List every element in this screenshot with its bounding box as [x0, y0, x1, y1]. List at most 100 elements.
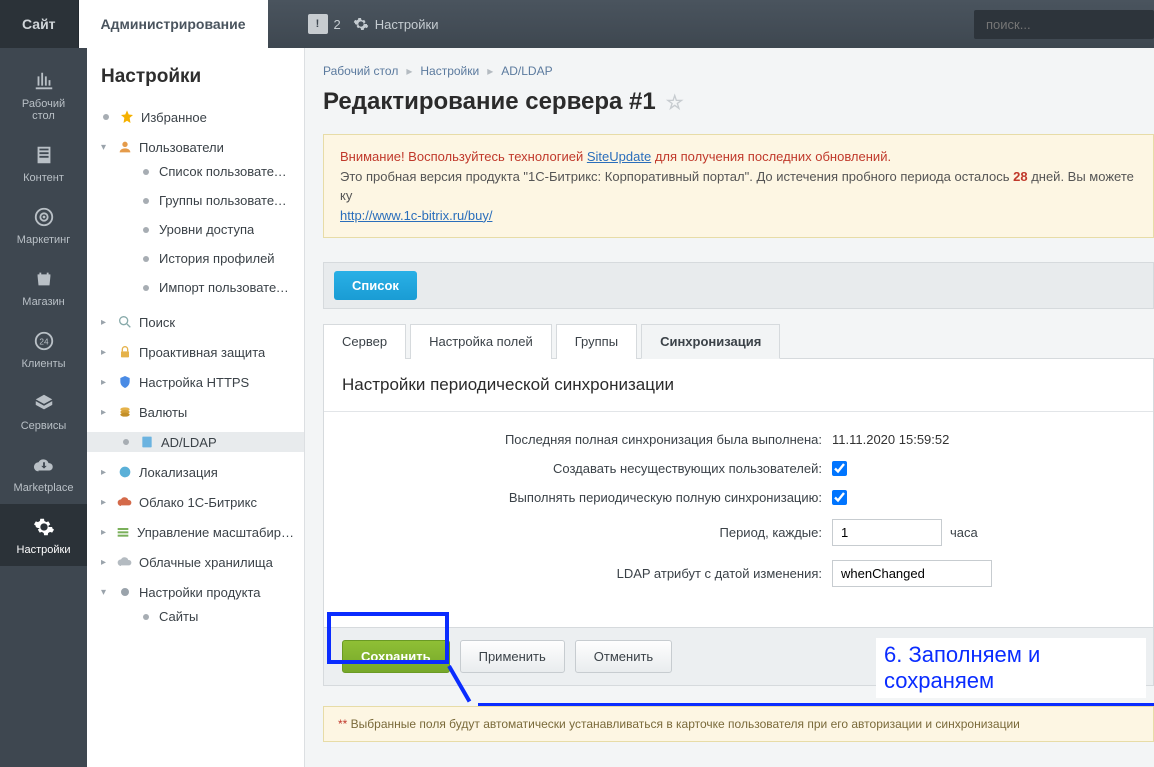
basket-icon [33, 268, 55, 290]
tree-currency[interactable]: ▸ Валюты [101, 397, 294, 427]
ldap-attr-input[interactable] [832, 560, 992, 587]
period-unit: часа [950, 525, 978, 540]
tree-label: Пользователи [139, 140, 224, 155]
tree-label: Группы пользователей [159, 193, 294, 208]
tree-users-groups[interactable]: Группы пользователей [101, 186, 294, 215]
buy-link[interactable]: http://www.1c-bitrix.ru/buy/ [340, 208, 492, 223]
search-icon [117, 314, 133, 330]
siteupdate-link[interactable]: SiteUpdate [587, 149, 651, 164]
chevron-down-icon: ▾ [101, 142, 111, 153]
tab-sync[interactable]: Синхронизация [641, 324, 780, 359]
notification-icon: ! [308, 14, 328, 34]
clock-icon: 24 [33, 330, 55, 352]
create-users-checkbox[interactable] [832, 461, 847, 476]
tree-label: Настройки продукта [139, 585, 261, 600]
svg-text:24: 24 [39, 338, 49, 347]
lock-icon [117, 344, 133, 360]
tree-label: Настройка HTTPS [139, 375, 249, 390]
target-icon [33, 206, 55, 228]
breadcrumb-link[interactable]: Настройки [420, 64, 479, 78]
cancel-button[interactable]: Отменить [575, 640, 672, 673]
tree-favorites[interactable]: Избранное [101, 102, 294, 132]
periodic-sync-checkbox[interactable] [832, 490, 847, 505]
tree-label: Уровни доступа [159, 222, 254, 237]
rail-content[interactable]: Контент [0, 132, 87, 194]
chevron-right-icon: ▸ [101, 467, 111, 478]
search-wrap [974, 10, 1154, 39]
search-input[interactable] [974, 10, 1154, 39]
action-bar: Сохранить Применить Отменить [324, 627, 1153, 685]
chevron-right-icon: ▸ [101, 497, 111, 508]
rail-clients[interactable]: 24Клиенты [0, 318, 87, 380]
tree-users-list[interactable]: Список пользователей [101, 157, 294, 186]
topbar: Сайт Администрирование ! 2 Настройки [0, 0, 1154, 48]
tree-product[interactable]: ▾Настройки продукта Сайты [101, 577, 294, 636]
period-input[interactable] [832, 519, 942, 546]
tree-sites[interactable]: Сайты [101, 602, 294, 631]
breadcrumb-link[interactable]: Рабочий стол [323, 64, 398, 78]
tab-groups[interactable]: Группы [556, 324, 637, 359]
tree-locale[interactable]: ▸Локализация [101, 457, 294, 487]
rail-marketplace[interactable]: Marketplace [0, 442, 87, 504]
top-settings-link[interactable]: Настройки [353, 16, 439, 32]
scale-icon [115, 524, 131, 540]
rail-services[interactable]: Сервисы [0, 380, 87, 442]
rail-settings[interactable]: Настройки [0, 504, 87, 566]
settings-tree: Избранное ▾ Пользователи Список пользоват… [101, 102, 294, 636]
notifications-badge[interactable]: ! 2 [308, 14, 341, 34]
row-create-users: Создавать несуществующих пользователей: [342, 461, 1135, 476]
site-tab[interactable]: Сайт [0, 0, 79, 48]
main: Рабочий стол▸ Настройки▸ AD/LDAP Редакти… [305, 48, 1154, 767]
list-button[interactable]: Список [334, 271, 417, 300]
admin-tab[interactable]: Администрирование [79, 0, 268, 48]
apply-button[interactable]: Применить [460, 640, 565, 673]
tree-cloudstore[interactable]: ▸Облачные хранилища [101, 547, 294, 577]
tree-cloud1c[interactable]: ▸Облако 1С-Битрикс [101, 487, 294, 517]
top-settings-label: Настройки [375, 17, 439, 32]
row-ldap-attr: LDAP атрибут с датой изменения: [342, 560, 1135, 587]
coins-icon [117, 404, 133, 420]
rail-shop[interactable]: Магазин [0, 256, 87, 318]
tree-users-history[interactable]: История профилей [101, 244, 294, 273]
globe-icon [117, 464, 133, 480]
tree-adldap[interactable]: AD/LDAP [101, 427, 294, 457]
cloud-icon [117, 494, 133, 510]
label: Период, каждые: [342, 525, 832, 540]
cloud-download-icon [33, 454, 55, 476]
tree-label: Поиск [139, 315, 175, 330]
rail-marketing[interactable]: Маркетинг [0, 194, 87, 256]
rail-label: Маркетинг [0, 234, 87, 246]
tree-https[interactable]: ▸Настройка HTTPS [101, 367, 294, 397]
hint-text: Выбранные поля будут автоматически устан… [347, 717, 1020, 731]
gear-icon [33, 516, 55, 538]
tree-scaling[interactable]: ▸Управление масштабированием [101, 517, 294, 547]
chevron-right-icon: ▸ [101, 407, 111, 418]
tab-fields[interactable]: Настройка полей [410, 324, 552, 359]
tab-server[interactable]: Сервер [323, 324, 406, 359]
sidebar-title: Настройки [101, 66, 294, 88]
chevron-right-icon: ▸ [101, 347, 111, 358]
row-last-sync: Последняя полная синхронизация была выпо… [342, 432, 1135, 447]
favorite-star-icon[interactable]: ☆ [666, 90, 684, 115]
tree-users-import[interactable]: Импорт пользователей [101, 273, 294, 302]
tree-search[interactable]: ▸Поиск [101, 307, 294, 337]
tree-users[interactable]: ▾ Пользователи Список пользователей Групп… [101, 132, 294, 307]
panel-header: Настройки периодической синхронизации [324, 359, 1153, 412]
rail-label: Сервисы [0, 420, 87, 432]
sidebar: Настройки Избранное ▾ Пользователи Список… [87, 48, 305, 767]
user-icon [117, 139, 133, 155]
book-icon [139, 434, 155, 450]
save-button[interactable]: Сохранить [342, 640, 450, 673]
value-last-sync: 11.11.2020 15:59:52 [832, 432, 949, 447]
building-icon [33, 70, 55, 92]
label: Последняя полная синхронизация была выпо… [342, 432, 832, 447]
gear-icon [117, 584, 133, 600]
label: Создавать несуществующих пользователей: [342, 461, 832, 476]
breadcrumb-link[interactable]: AD/LDAP [501, 64, 552, 78]
tree-label: Валюты [139, 405, 187, 420]
tree-label: Избранное [141, 110, 207, 125]
tree-proactive[interactable]: ▸Проактивная защита [101, 337, 294, 367]
tree-users-access[interactable]: Уровни доступа [101, 215, 294, 244]
rail-desktop[interactable]: Рабочий стол [0, 58, 87, 132]
sync-form: Последняя полная синхронизация была выпо… [324, 412, 1153, 627]
